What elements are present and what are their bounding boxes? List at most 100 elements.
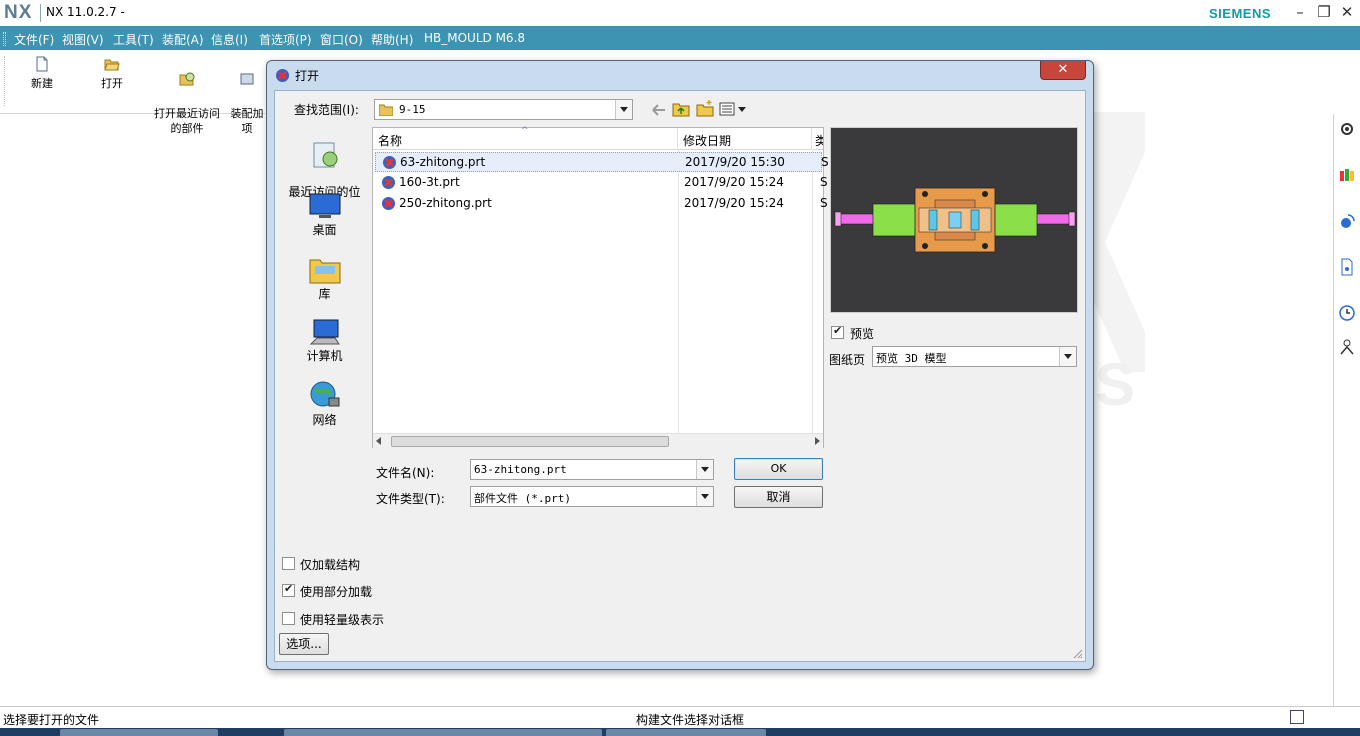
file-list[interactable]: 名称 ^ 修改日期 类 63-zhitong.prt 2017/9/20 15:… bbox=[372, 126, 829, 448]
status-bar: 选择要打开的文件 构建文件选择对话框 bbox=[0, 706, 1360, 728]
scroll-right-icon[interactable] bbox=[815, 437, 820, 445]
cancel-button[interactable]: 取消 bbox=[734, 486, 823, 508]
menu-help[interactable]: 帮助(H) bbox=[371, 31, 413, 48]
up-folder-icon[interactable] bbox=[672, 101, 690, 117]
place-libraries[interactable]: 库 bbox=[276, 254, 373, 301]
file-row[interactable]: 160-3t.prt 2017/9/20 15:24 S bbox=[375, 173, 828, 193]
fullscreen-icon[interactable] bbox=[1290, 710, 1304, 724]
column-type-label: 类 bbox=[815, 134, 823, 148]
taskbar-item[interactable] bbox=[284, 729, 602, 736]
column-header-name[interactable]: 名称 ^ bbox=[373, 126, 678, 150]
sort-ascending-icon: ^ bbox=[521, 126, 529, 136]
open-folder-icon bbox=[104, 59, 120, 71]
chevron-down-icon[interactable] bbox=[1059, 347, 1076, 366]
menu-preferences[interactable]: 首选项(P) bbox=[259, 31, 312, 48]
preview-checkbox[interactable] bbox=[831, 324, 844, 339]
filename-label: 文件名(N): bbox=[376, 466, 435, 480]
lightweight-representation-checkbox[interactable] bbox=[282, 612, 295, 625]
sheet-combo[interactable]: 预览 3D 模型 bbox=[872, 346, 1077, 367]
nx-part-icon bbox=[383, 156, 396, 169]
new-button[interactable]: 新建 bbox=[22, 56, 62, 91]
menu-info[interactable]: 信息(I) bbox=[211, 31, 248, 48]
horizontal-scrollbar[interactable] bbox=[373, 433, 823, 448]
chevron-down-icon[interactable] bbox=[696, 487, 713, 506]
file-row[interactable]: 250-zhitong.prt 2017/9/20 15:24 S bbox=[375, 194, 828, 214]
ok-button[interactable]: OK bbox=[734, 458, 823, 480]
place-computer[interactable]: 计算机 bbox=[276, 318, 373, 363]
open-button[interactable]: 打开 bbox=[94, 56, 130, 91]
assembly-navigator-icon[interactable] bbox=[1338, 166, 1356, 184]
history-icon[interactable] bbox=[1338, 304, 1356, 322]
file-row[interactable]: 63-zhitong.prt 2017/9/20 15:30 S bbox=[375, 152, 829, 172]
look-in-combo[interactable]: 9-15 bbox=[374, 99, 633, 120]
nx-part-icon bbox=[276, 69, 289, 82]
filetype-combo[interactable]: 部件文件 (*.prt) bbox=[470, 486, 714, 507]
ribbon-grip bbox=[4, 56, 7, 106]
chevron-down-icon[interactable] bbox=[696, 460, 713, 479]
places-bar: 最近访问的位 置 桌面 库 计算机 网络 bbox=[276, 92, 373, 492]
restore-icon[interactable]: ❐ bbox=[1314, 2, 1334, 22]
file-type: S bbox=[820, 175, 828, 189]
siemens-logo: SIEMENS bbox=[1209, 6, 1272, 21]
sheet-value: 预览 3D 模型 bbox=[876, 352, 947, 365]
sheet-label: 图纸页 bbox=[829, 353, 866, 367]
load-structure-only-checkbox[interactable] bbox=[282, 557, 295, 570]
desktop-icon bbox=[309, 193, 340, 218]
role-icon[interactable] bbox=[1338, 338, 1356, 356]
filename-combo[interactable]: 63-zhitong.prt bbox=[470, 459, 714, 480]
menu-view[interactable]: 视图(V) bbox=[62, 31, 104, 48]
logo-divider bbox=[40, 4, 41, 22]
libraries-icon bbox=[309, 259, 340, 284]
open-recent-label: 打开最近访问 的部件 bbox=[154, 107, 220, 135]
column-header-modified[interactable]: 修改日期 bbox=[678, 128, 812, 150]
scroll-thumb[interactable] bbox=[391, 436, 669, 447]
file-name: 160-3t.prt bbox=[399, 175, 460, 189]
menu-file[interactable]: 文件(F) bbox=[14, 31, 54, 48]
new-folder-icon[interactable] bbox=[696, 100, 714, 117]
app-title: NX 11.0.2.7 - bbox=[46, 5, 125, 19]
app-titlebar: NX NX 11.0.2.7 - SIEMENS – ❐ ✕ bbox=[0, 0, 1360, 26]
menu-tools[interactable]: 工具(T) bbox=[113, 31, 154, 48]
resource-bar bbox=[1333, 114, 1360, 706]
file-name: 250-zhitong.prt bbox=[399, 196, 492, 210]
place-network[interactable]: 网络 bbox=[276, 380, 373, 427]
web-browser-icon[interactable] bbox=[1338, 212, 1356, 230]
resize-grip-icon[interactable] bbox=[1071, 647, 1083, 659]
column-header-type[interactable]: 类 bbox=[813, 128, 823, 150]
status-prompt: 选择要打开的文件 bbox=[3, 713, 100, 727]
menu-assembly[interactable]: 装配(A) bbox=[162, 31, 204, 48]
new-button-label: 新建 bbox=[31, 77, 53, 90]
file-modified: 2017/9/20 15:24 bbox=[684, 175, 784, 189]
open-dialog: 打开 ✕ 查找范围(I): 9-15 最近访问的位 置 桌面 库 bbox=[266, 60, 1094, 670]
menu-hb-mould[interactable]: HB_MOULD M6.8 bbox=[424, 31, 525, 45]
dialog-body: 查找范围(I): 9-15 最近访问的位 置 桌面 库 bbox=[274, 90, 1086, 662]
partial-load-checkbox[interactable] bbox=[282, 582, 295, 597]
scroll-left-icon[interactable] bbox=[376, 437, 381, 445]
chevron-down-icon[interactable] bbox=[615, 100, 632, 119]
taskbar-item[interactable] bbox=[60, 729, 218, 736]
document-icon[interactable] bbox=[1338, 258, 1356, 276]
dialog-title: 打开 bbox=[295, 69, 320, 83]
options-button[interactable]: 选项... bbox=[279, 633, 329, 655]
open-recent-button[interactable]: 打开最近访问 的部件 bbox=[148, 56, 226, 136]
load-structure-only-label: 仅加载结构 bbox=[300, 558, 361, 572]
menu-window[interactable]: 窗口(O) bbox=[320, 31, 363, 48]
taskbar-item[interactable] bbox=[606, 729, 766, 736]
ribbon-toolbar: 新建 打开 打开最近访问 的部件 装配加 项 bbox=[0, 50, 265, 135]
background-watermark-letter: S bbox=[1095, 351, 1136, 418]
menu-grip bbox=[3, 32, 6, 46]
close-icon[interactable]: ✕ bbox=[1337, 2, 1357, 22]
assembly-addon-button[interactable]: 装配加 项 bbox=[228, 56, 266, 136]
back-icon[interactable] bbox=[651, 103, 667, 117]
minimize-icon[interactable]: – bbox=[1290, 2, 1310, 22]
part-preview-image bbox=[834, 187, 1076, 253]
recent-parts-icon bbox=[179, 72, 195, 86]
dialog-close-button[interactable]: ✕ bbox=[1040, 61, 1086, 80]
column-modified-label: 修改日期 bbox=[683, 134, 732, 148]
place-desktop[interactable]: 桌面 bbox=[276, 192, 373, 237]
file-name: 63-zhitong.prt bbox=[400, 155, 486, 169]
view-menu-icon[interactable] bbox=[719, 102, 747, 116]
gear-icon[interactable] bbox=[1338, 120, 1356, 138]
column-name-label: 名称 bbox=[378, 134, 403, 148]
file-type: S bbox=[821, 155, 829, 169]
